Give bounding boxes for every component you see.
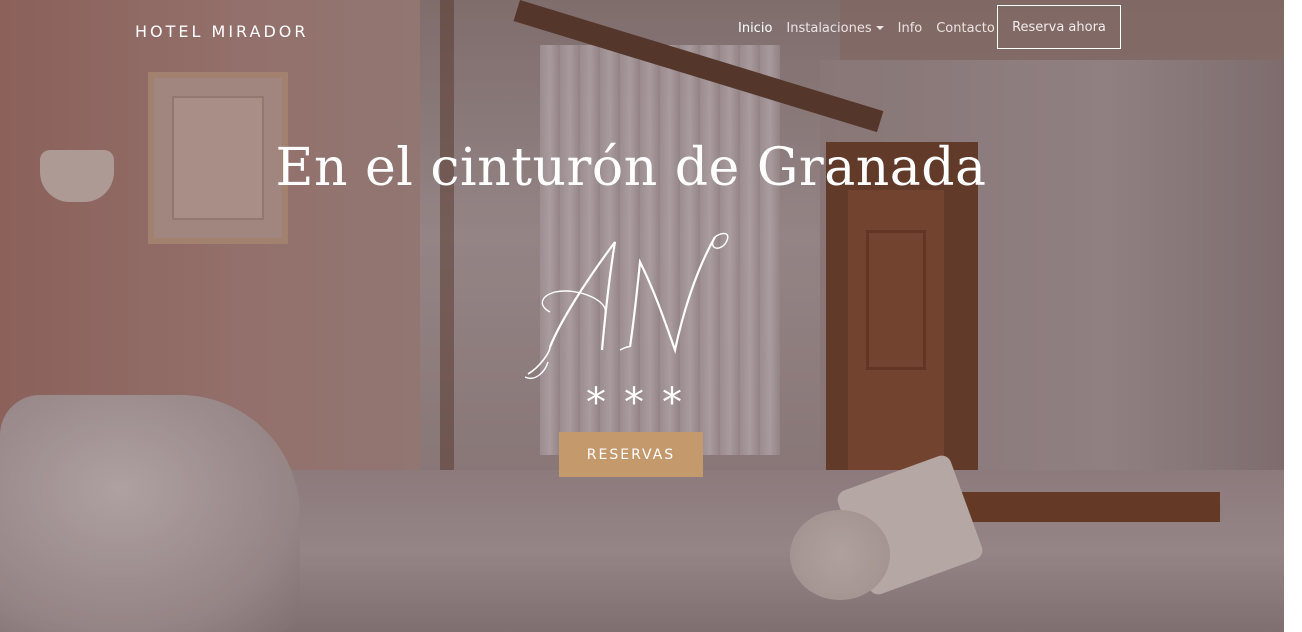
chevron-down-icon: [875, 26, 884, 30]
hotel-monogram-logo: [524, 232, 729, 379]
hero-title: En el cinturón de Granada: [275, 138, 987, 198]
reserve-now-button[interactable]: Reserva ahora: [997, 5, 1121, 49]
star-rating-text: ***: [586, 380, 700, 426]
nav-link-instalaciones-label: Instalaciones: [786, 20, 872, 36]
brand-logo-text[interactable]: HOTEL MIRADOR: [135, 22, 308, 41]
hotel-star-rating: ***: [0, 380, 1286, 426]
page-edge: [1284, 0, 1302, 632]
nav-links: Inicio Instalaciones Info Contacto: [738, 19, 995, 37]
nav-link-info[interactable]: Info: [898, 21, 923, 36]
navbar: HOTEL MIRADOR Inicio Instalaciones Info …: [0, 0, 1284, 56]
reservas-button[interactable]: RESERVAS: [559, 432, 703, 477]
nav-link-inicio[interactable]: Inicio: [738, 21, 772, 36]
nav-link-instalaciones[interactable]: Instalaciones: [786, 20, 884, 36]
nav-link-contacto[interactable]: Contacto: [936, 21, 995, 36]
